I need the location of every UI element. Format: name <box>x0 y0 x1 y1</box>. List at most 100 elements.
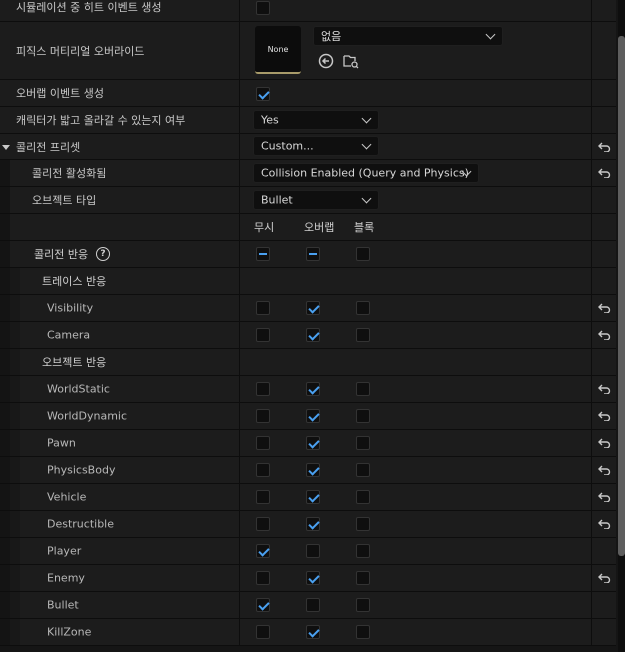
overlap-events-checkbox[interactable] <box>256 87 270 101</box>
value-cell: Yes <box>241 107 591 133</box>
enemy-overlap-checkbox[interactable] <box>306 571 320 585</box>
worlddynamic-ignore-checkbox[interactable] <box>256 409 270 423</box>
player-ignore-checkbox[interactable] <box>256 544 270 558</box>
response-all-ignore-checkbox[interactable] <box>256 247 270 261</box>
browse-back-icon[interactable] <box>318 53 334 69</box>
destructible-block-checkbox[interactable] <box>356 517 370 531</box>
value-cell <box>241 349 591 375</box>
reset-icon[interactable] <box>598 168 611 178</box>
help-icon[interactable]: ? <box>96 247 110 261</box>
row-sim-hit: 시뮬레이션 중 히트 이벤트 생성 <box>0 0 616 22</box>
killzone-block-checkbox[interactable] <box>356 625 370 639</box>
label-cell: 오브젝트 타입 <box>0 187 240 213</box>
reset-icon[interactable] <box>598 492 611 502</box>
killzone-ignore-checkbox[interactable] <box>256 625 270 639</box>
sim-hit-checkbox[interactable] <box>256 1 270 15</box>
channel-row: Enemy <box>0 565 616 592</box>
scrollbar-thumb[interactable] <box>618 36 625 556</box>
label-cell: Camera <box>0 322 240 348</box>
reset-icon[interactable] <box>598 303 611 313</box>
reset-cell <box>591 511 617 537</box>
row-collision-preset: 콜리전 프리셋 Custom... <box>0 134 616 160</box>
bullet-block-checkbox[interactable] <box>356 598 370 612</box>
vehicle-overlap-checkbox[interactable] <box>306 490 320 504</box>
visibility-overlap-checkbox[interactable] <box>306 301 320 315</box>
bullet-overlap-checkbox[interactable] <box>306 598 320 612</box>
value-cell <box>241 619 591 645</box>
vehicle-block-checkbox[interactable] <box>356 490 370 504</box>
bullet-ignore-checkbox[interactable] <box>256 598 270 612</box>
response-all-block-checkbox[interactable] <box>356 247 370 261</box>
label-cell: WorldStatic <box>0 376 240 402</box>
channel-label: Vehicle <box>47 490 87 504</box>
enemy-block-checkbox[interactable] <box>356 571 370 585</box>
channel-label: KillZone <box>47 625 92 639</box>
camera-block-checkbox[interactable] <box>356 328 370 342</box>
row-collision-response: 콜리전 반응 ? <box>0 241 616 268</box>
killzone-overlap-checkbox[interactable] <box>306 625 320 639</box>
object-type-dropdown[interactable]: Bullet <box>253 190 379 210</box>
worldstatic-block-checkbox[interactable] <box>356 382 370 396</box>
label-cell: 콜리전 활성화됨 <box>0 160 240 186</box>
label-cell: Pawn <box>0 430 240 456</box>
expand-arrow-icon[interactable] <box>2 145 10 150</box>
enemy-ignore-checkbox[interactable] <box>256 571 270 585</box>
reset-icon[interactable] <box>598 384 611 394</box>
row-can-step-up: 캐릭터가 밟고 올라갈 수 있는지 여부 Yes <box>0 107 616 134</box>
value-cell <box>241 484 591 510</box>
worldstatic-ignore-checkbox[interactable] <box>256 382 270 396</box>
chevron-down-icon <box>361 139 372 150</box>
collision-preset-dropdown[interactable]: Custom... <box>253 136 379 156</box>
label-cell: 콜리전 프리셋 <box>0 134 240 159</box>
response-all-overlap-checkbox[interactable] <box>306 247 320 261</box>
worlddynamic-overlap-checkbox[interactable] <box>306 409 320 423</box>
worldstatic-overlap-checkbox[interactable] <box>306 382 320 396</box>
pawn-ignore-checkbox[interactable] <box>256 436 270 450</box>
physicsbody-overlap-checkbox[interactable] <box>306 463 320 477</box>
channel-row: Bullet <box>0 592 616 619</box>
reset-icon[interactable] <box>598 330 611 340</box>
label-cell: 트레이스 반응 <box>0 268 240 294</box>
visibility-block-checkbox[interactable] <box>356 301 370 315</box>
value-cell <box>241 565 591 591</box>
can-step-up-dropdown[interactable]: Yes <box>253 110 379 130</box>
folder-search-icon[interactable] <box>343 53 359 69</box>
label-cell: Visibility <box>0 295 240 321</box>
chevron-down-icon <box>361 193 372 204</box>
player-overlap-checkbox[interactable] <box>306 544 320 558</box>
row-object-type: 오브젝트 타입 Bullet <box>0 187 616 214</box>
camera-ignore-checkbox[interactable] <box>256 328 270 342</box>
camera-overlap-checkbox[interactable] <box>306 328 320 342</box>
reset-icon[interactable] <box>598 411 611 421</box>
collision-response-label: 콜리전 반응 <box>34 248 89 261</box>
channel-row: WorldStatic <box>0 376 616 403</box>
label-cell: 피직스 머티리얼 오버라이드 <box>0 22 240 79</box>
label-cell: Bullet <box>0 592 240 618</box>
physicsbody-ignore-checkbox[interactable] <box>256 463 270 477</box>
reset-icon[interactable] <box>598 519 611 529</box>
reset-cell <box>591 160 617 186</box>
destructible-overlap-checkbox[interactable] <box>306 517 320 531</box>
physicsbody-block-checkbox[interactable] <box>356 463 370 477</box>
reset-icon[interactable] <box>598 142 611 152</box>
reset-cell <box>591 322 617 348</box>
player-block-checkbox[interactable] <box>356 544 370 558</box>
reset-icon[interactable] <box>598 573 611 583</box>
vehicle-ignore-checkbox[interactable] <box>256 490 270 504</box>
pawn-overlap-checkbox[interactable] <box>306 436 320 450</box>
visibility-ignore-checkbox[interactable] <box>256 301 270 315</box>
value-cell <box>241 430 591 456</box>
material-thumbnail[interactable]: None <box>255 26 301 74</box>
collision-enabled-dropdown[interactable]: Collision Enabled (Query and Physics) <box>253 163 479 183</box>
reset-cell <box>591 484 617 510</box>
value-cell <box>241 403 591 429</box>
phys-material-dropdown[interactable]: 없음 <box>313 26 503 46</box>
destructible-ignore-checkbox[interactable] <box>256 517 270 531</box>
worlddynamic-block-checkbox[interactable] <box>356 409 370 423</box>
reset-icon[interactable] <box>598 438 611 448</box>
value-cell <box>241 295 591 321</box>
channel-row: Visibility <box>0 295 616 322</box>
reset-cell <box>591 403 617 429</box>
reset-icon[interactable] <box>598 465 611 475</box>
pawn-block-checkbox[interactable] <box>356 436 370 450</box>
